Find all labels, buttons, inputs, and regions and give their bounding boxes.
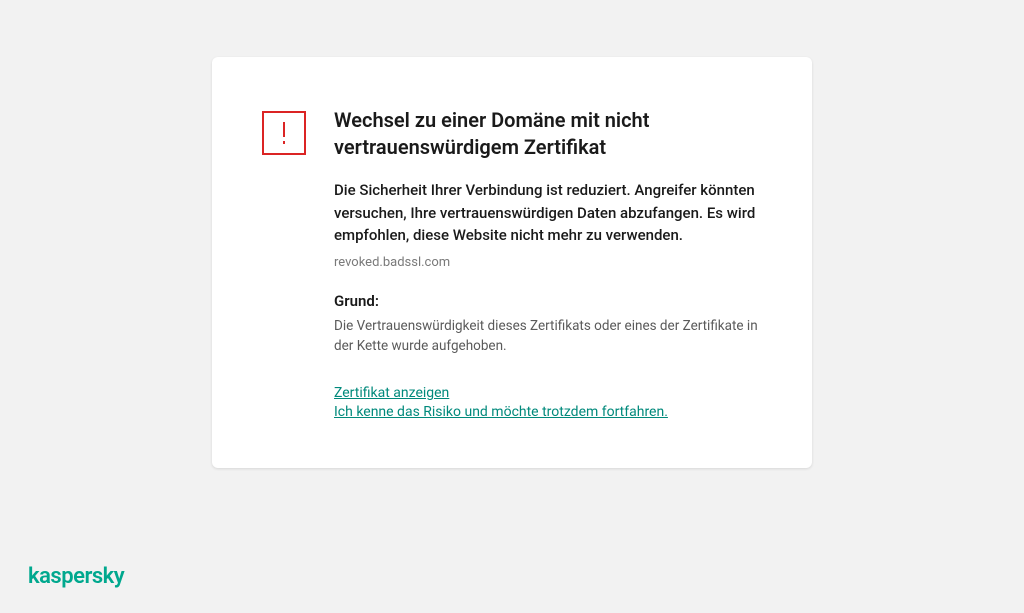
warning-row: Wechsel zu einer Domäne mit nicht vertra… — [262, 107, 762, 420]
reason-label: Grund: — [334, 292, 762, 310]
proceed-anyway-link[interactable]: Ich kenne das Risiko und möchte trotzdem… — [334, 404, 668, 420]
show-certificate-link[interactable]: Zertifikat anzeigen — [334, 385, 449, 401]
warning-domain: revoked.badssl.com — [334, 255, 762, 270]
warning-title: Wechsel zu einer Domäne mit nicht vertra… — [334, 107, 762, 161]
reason-text: Die Vertrauenswürdigkeit dieses Zertifik… — [334, 316, 762, 357]
alert-icon — [262, 111, 306, 155]
brand-logo: kaspersky — [28, 564, 124, 589]
certificate-warning-card: Wechsel zu einer Domäne mit nicht vertra… — [212, 57, 812, 468]
warning-content: Wechsel zu einer Domäne mit nicht vertra… — [334, 107, 762, 420]
warning-description: Die Sicherheit Ihrer Verbindung ist redu… — [334, 179, 762, 247]
